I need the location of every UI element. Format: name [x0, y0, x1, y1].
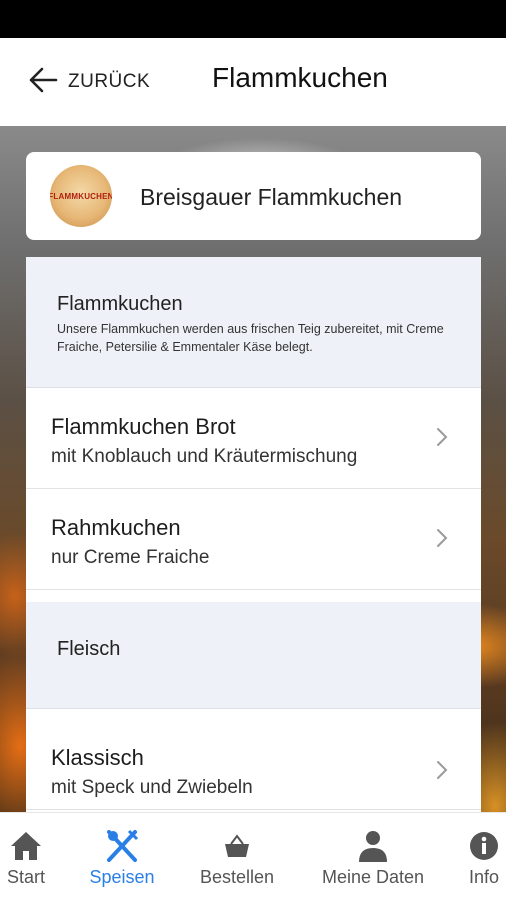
- item-name: Rahmkuchen: [51, 515, 181, 540]
- nav-label: Info: [468, 867, 500, 887]
- restaurant-logo: FLAMMKUCHEN: [50, 165, 112, 227]
- menu-item-rahmkuchen[interactable]: Rahmkuchen nur Creme Fraiche: [26, 489, 481, 590]
- restaurant-card: FLAMMKUCHEN Breisgauer Flammkuchen: [26, 152, 481, 240]
- status-bar: [0, 0, 506, 38]
- menu-item-flammkuchen-brot[interactable]: Flammkuchen Brot mit Knoblauch und Kräut…: [26, 388, 481, 489]
- arrow-left-icon: [28, 66, 58, 99]
- app-header: ZURÜCK Flammkuchen: [0, 38, 506, 126]
- nav-label: Start: [6, 867, 45, 887]
- chevron-right-icon: [437, 761, 448, 779]
- item-subtitle: mit Speck und Zwiebeln: [51, 777, 253, 798]
- nav-start[interactable]: Start: [4, 813, 48, 901]
- section-title: Flammkuchen: [57, 293, 183, 315]
- menu-list: Flammkuchen Unsere Flammkuchen werden au…: [26, 257, 481, 812]
- nav-bestellen[interactable]: Bestellen: [194, 813, 280, 901]
- back-label: ZURÜCK: [68, 71, 151, 92]
- bottom-navigation: Start Speisen Bestellen Meine Daten Info: [0, 812, 506, 901]
- item-subtitle: nur Creme Fraiche: [51, 547, 210, 568]
- menu-item-klassisch[interactable]: Klassisch mit Speck und Zwiebeln: [26, 709, 481, 810]
- nav-speisen[interactable]: Speisen: [86, 813, 158, 901]
- chevron-right-icon: [437, 529, 448, 547]
- item-name: Flammkuchen Brot: [51, 414, 236, 439]
- nav-info[interactable]: Info: [464, 813, 504, 901]
- nav-meine-daten[interactable]: Meine Daten: [316, 813, 430, 901]
- info-icon: [469, 829, 499, 863]
- cutlery-icon: [105, 829, 139, 863]
- restaurant-name: Breisgauer Flammkuchen: [140, 184, 403, 210]
- back-button[interactable]: ZURÜCK: [28, 66, 150, 98]
- basket-icon: [222, 829, 252, 863]
- nav-label: Meine Daten: [321, 867, 425, 887]
- section-description: Unsere Flammkuchen werden aus frischen T…: [57, 322, 444, 354]
- chevron-right-icon: [437, 428, 448, 446]
- section-header-fleisch: Fleisch: [26, 602, 481, 709]
- item-subtitle: mit Knoblauch und Kräutermischung: [51, 446, 358, 467]
- nav-label: Bestellen: [199, 867, 275, 887]
- page-title: Flammkuchen: [212, 62, 388, 93]
- item-name: Klassisch: [51, 745, 144, 770]
- person-icon: [357, 829, 389, 863]
- nav-label: Speisen: [89, 867, 155, 887]
- logo-text: FLAMMKUCHEN: [50, 191, 112, 201]
- section-title: Fleisch: [57, 638, 121, 660]
- home-icon: [8, 829, 44, 863]
- section-header-flammkuchen: Flammkuchen Unsere Flammkuchen werden au…: [26, 257, 481, 388]
